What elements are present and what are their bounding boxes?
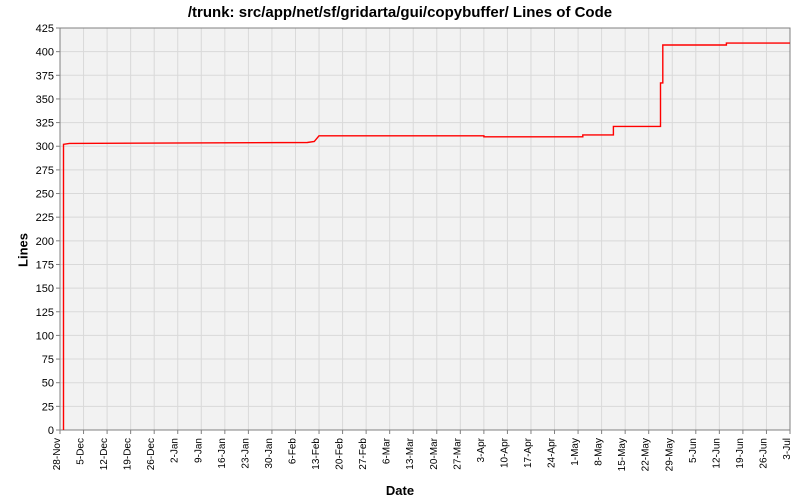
svg-text:26-Dec: 26-Dec bbox=[146, 438, 157, 470]
chart-svg: 0 25 50 75 100 125 150 175 200 225 250 275 300 325 350… bbox=[0, 0, 800, 500]
svg-text:5-Dec: 5-Dec bbox=[76, 438, 87, 465]
svg-text:27-Feb: 27-Feb bbox=[358, 438, 369, 470]
svg-text:8-May: 8-May bbox=[594, 438, 605, 466]
svg-text:6-Mar: 6-Mar bbox=[382, 437, 393, 464]
chart-container: /trunk: src/app/net/sf/gridarta/gui/copy… bbox=[0, 0, 800, 500]
svg-text:375: 375 bbox=[36, 70, 54, 82]
y-axis-label: Lines bbox=[15, 233, 30, 267]
svg-text:24-Apr: 24-Apr bbox=[547, 437, 558, 468]
x-axis-label: Date bbox=[0, 483, 800, 498]
svg-text:9-Jan: 9-Jan bbox=[193, 438, 204, 463]
svg-text:19-Dec: 19-Dec bbox=[123, 438, 134, 470]
svg-text:275: 275 bbox=[36, 165, 54, 177]
svg-text:300: 300 bbox=[36, 141, 54, 153]
svg-text:12-Jun: 12-Jun bbox=[711, 438, 722, 469]
svg-text:350: 350 bbox=[36, 94, 54, 106]
svg-text:3-Apr: 3-Apr bbox=[476, 437, 487, 462]
svg-text:22-May: 22-May bbox=[641, 438, 652, 471]
svg-text:2-Jan: 2-Jan bbox=[170, 438, 181, 463]
svg-text:19-Jun: 19-Jun bbox=[735, 438, 746, 469]
svg-text:29-May: 29-May bbox=[664, 438, 675, 471]
svg-text:6-Feb: 6-Feb bbox=[287, 438, 298, 465]
svg-text:10-Apr: 10-Apr bbox=[499, 437, 510, 468]
svg-text:225: 225 bbox=[36, 212, 54, 224]
svg-text:425: 425 bbox=[36, 23, 54, 35]
svg-text:0: 0 bbox=[48, 425, 54, 437]
svg-text:17-Apr: 17-Apr bbox=[523, 437, 534, 468]
svg-text:1-May: 1-May bbox=[570, 438, 581, 466]
svg-text:175: 175 bbox=[36, 259, 54, 271]
svg-text:325: 325 bbox=[36, 118, 54, 130]
svg-text:50: 50 bbox=[42, 378, 54, 390]
svg-text:5-Jun: 5-Jun bbox=[688, 438, 699, 463]
svg-text:26-Jun: 26-Jun bbox=[758, 438, 769, 469]
svg-text:28-Nov: 28-Nov bbox=[52, 438, 63, 470]
svg-text:20-Feb: 20-Feb bbox=[335, 438, 346, 470]
chart-title: /trunk: src/app/net/sf/gridarta/gui/copy… bbox=[0, 4, 800, 21]
svg-text:23-Jan: 23-Jan bbox=[240, 438, 251, 469]
svg-text:100: 100 bbox=[36, 330, 54, 342]
svg-text:12-Dec: 12-Dec bbox=[99, 438, 110, 470]
svg-text:27-Mar: 27-Mar bbox=[452, 437, 463, 469]
svg-text:125: 125 bbox=[36, 307, 54, 319]
svg-text:250: 250 bbox=[36, 189, 54, 201]
svg-text:16-Jan: 16-Jan bbox=[217, 438, 228, 469]
svg-text:30-Jan: 30-Jan bbox=[264, 438, 275, 469]
svg-text:150: 150 bbox=[36, 283, 54, 295]
svg-text:400: 400 bbox=[36, 47, 54, 59]
svg-text:13-Mar: 13-Mar bbox=[405, 437, 416, 469]
svg-text:3-Jul: 3-Jul bbox=[782, 438, 793, 460]
svg-text:20-Mar: 20-Mar bbox=[429, 437, 440, 469]
svg-text:13-Feb: 13-Feb bbox=[311, 438, 322, 470]
svg-text:200: 200 bbox=[36, 236, 54, 248]
svg-text:25: 25 bbox=[42, 401, 54, 413]
svg-text:75: 75 bbox=[42, 354, 54, 366]
svg-text:15-May: 15-May bbox=[617, 438, 628, 471]
